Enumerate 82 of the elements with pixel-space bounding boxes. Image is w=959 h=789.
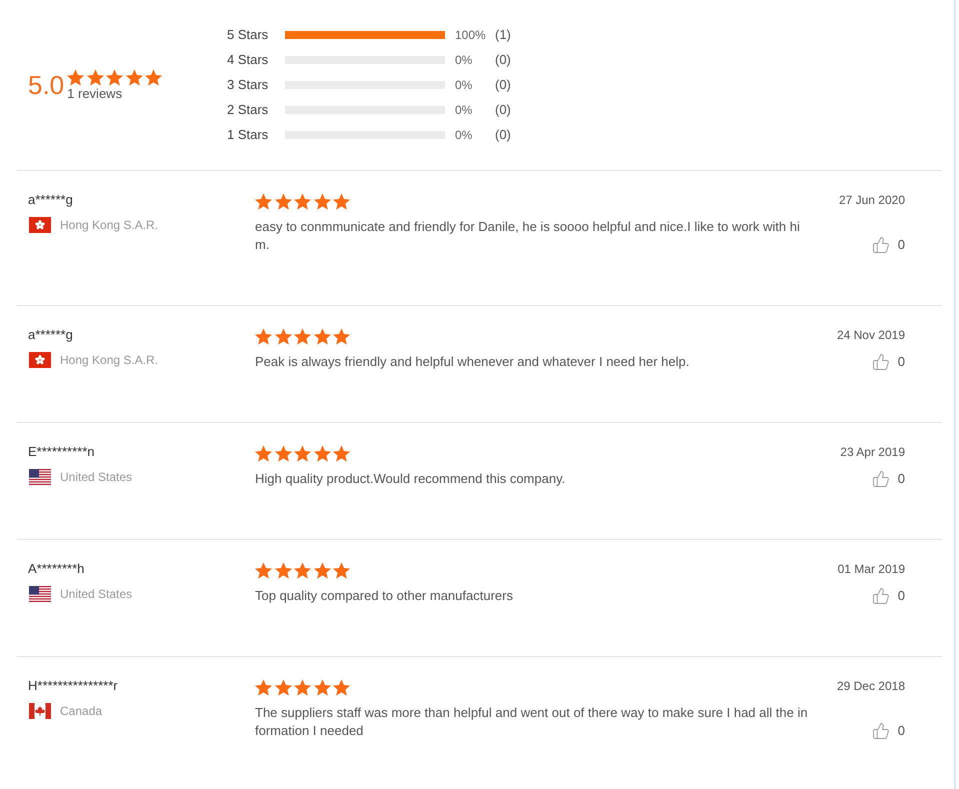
thumbs-up-icon: [872, 353, 890, 371]
review-text: Peak is always friendly and helpful whenever and whatever I need her help.: [255, 353, 690, 371]
review-date: 23 Apr 2019: [840, 445, 905, 459]
average-score: 5.0: [28, 72, 64, 98]
like-button[interactable]: 0: [872, 722, 905, 740]
star-icon: [274, 562, 292, 579]
flag-icon: [29, 469, 51, 485]
thumbs-up-icon: [872, 587, 890, 605]
star-icon: [126, 68, 143, 86]
rating-percent: 0%: [455, 52, 474, 68]
flag-icon: [29, 352, 51, 368]
star-icon: [294, 328, 311, 345]
like-button[interactable]: 0: [872, 470, 905, 488]
reviewer-name: a******g: [28, 192, 73, 208]
star-level-label: 5 Stars: [227, 26, 270, 44]
star-icon: [333, 193, 350, 210]
review-text: Top quality compared to other manufacturers: [255, 587, 514, 605]
star-level-label: 4 Stars: [227, 50, 270, 69]
reviewer-country: United States: [60, 586, 132, 603]
reviewer-name: A********h: [28, 561, 84, 577]
star-icon: [294, 445, 311, 462]
thumbs-up-icon: [872, 722, 890, 740]
reviewer-country: Hong Kong S.A.R.: [60, 217, 158, 234]
star-icon: [106, 68, 124, 86]
review-text: easy to conmmunicate and friendly for Danile, he is soooo helpful and nice.I like to work with him.: [255, 218, 801, 254]
star-icon: [333, 445, 350, 462]
star-level-label: 1 Stars: [227, 126, 270, 144]
rating-percent: 0%: [455, 76, 474, 94]
reviewer-country: Hong Kong S.A.R.: [60, 352, 158, 369]
star-icon: [145, 68, 162, 86]
like-button[interactable]: 0: [872, 587, 905, 605]
star-icon: [333, 679, 350, 696]
star-icon: [314, 328, 330, 345]
star-icon: [255, 679, 272, 696]
star-icon: [255, 193, 272, 210]
star-icon: [274, 193, 292, 210]
review-date: 01 Mar 2019: [838, 562, 905, 576]
flag-icon: [29, 217, 51, 233]
review-text: The suppliers staff was more than helpful and went out of there way to make sure I had all the information I needed: [255, 704, 809, 740]
star-icon: [67, 68, 84, 86]
star-level-label: 3 Stars: [227, 76, 270, 94]
rating-percent: 0%: [455, 102, 474, 118]
thumbs-up-icon: [872, 470, 890, 488]
reviewer-country: United States: [60, 469, 132, 486]
rating-percent: 0%: [455, 126, 474, 144]
flag-icon: [29, 586, 51, 602]
star-icon: [255, 445, 272, 462]
reviewer-name: a******g: [28, 327, 73, 343]
rating-count: (1): [495, 26, 511, 44]
star-icon: [314, 445, 330, 462]
reviewer-country: Canada: [60, 703, 102, 720]
rating-count: (0): [495, 76, 511, 94]
star-icon: [333, 328, 350, 345]
review-date: 27 Jun 2020: [838, 193, 905, 207]
star-icon: [274, 328, 292, 345]
star-level-label: 2 Stars: [227, 100, 270, 119]
review-count: 1 reviews: [67, 86, 122, 100]
star-icon: [294, 193, 311, 210]
rating-count: (0): [495, 100, 511, 119]
star-icon: [274, 445, 292, 462]
star-icon: [314, 562, 330, 579]
flag-icon: [29, 703, 51, 719]
like-button[interactable]: 0: [872, 353, 905, 371]
star-icon: [255, 562, 272, 579]
star-icon: [294, 679, 311, 696]
rating-count: (0): [495, 50, 511, 69]
thumbs-up-icon: [872, 236, 890, 254]
star-icon: [255, 328, 272, 345]
star-icon: [314, 193, 330, 210]
review-text: High quality product.Would recommend this company.: [255, 470, 566, 488]
like-button[interactable]: 0: [872, 236, 905, 254]
reviewer-name: E**********n: [28, 444, 94, 460]
rating-count: (0): [495, 126, 511, 144]
star-icon: [314, 679, 330, 696]
star-icon: [294, 562, 311, 579]
star-icon: [274, 679, 292, 696]
review-date: 24 Nov 2019: [836, 328, 905, 342]
star-icon: [86, 68, 104, 86]
review-date: 29 Dec 2018: [836, 679, 905, 693]
rating-percent: 100%: [455, 26, 487, 44]
reviewer-name: H***************r: [28, 678, 118, 694]
star-icon: [333, 562, 350, 579]
